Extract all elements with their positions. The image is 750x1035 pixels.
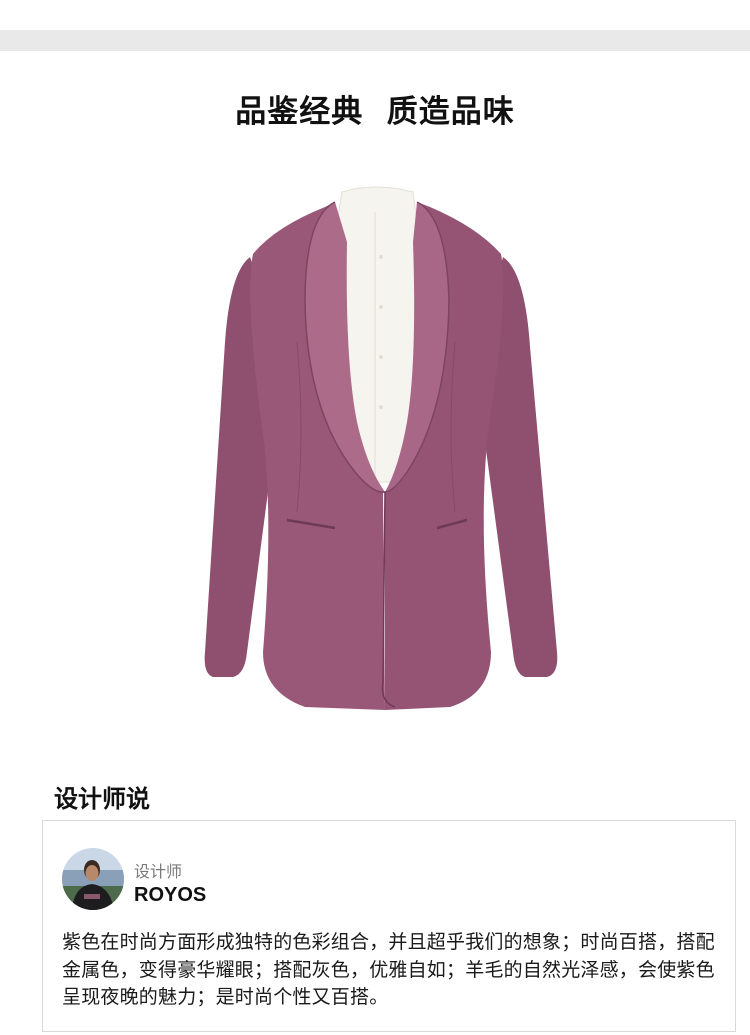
designer-name: ROYOS [134, 884, 207, 906]
designer-quote: 紫色在时尚方面形成独特的色彩组合，并且超乎我们的想象；时尚百搭，搭配金属色，变得… [62, 931, 715, 1008]
designer-card: 设计师 ROYOS 紫色在时尚方面形成独特的色彩组合，并且超乎我们的想象；时尚百… [42, 820, 736, 1032]
product-image [185, 182, 565, 717]
designer-avatar-icon [62, 848, 124, 910]
designer-section-title: 设计师说 [54, 785, 150, 813]
page-headline: 品鉴经典 质造品味 [235, 94, 515, 130]
top-divider-bar [0, 30, 750, 51]
purple-blazer-image [204, 186, 558, 710]
designer-role: 设计师 [134, 862, 183, 881]
